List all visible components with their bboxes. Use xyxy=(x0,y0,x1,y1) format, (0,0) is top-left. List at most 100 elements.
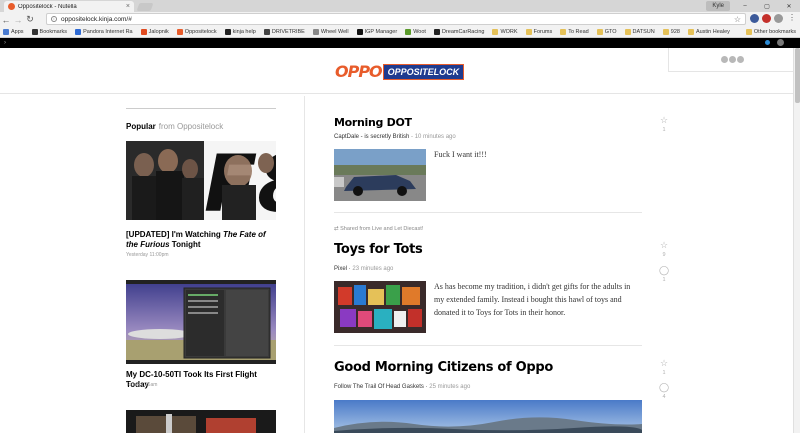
notification-icon[interactable] xyxy=(765,40,770,45)
popular-title[interactable]: [UPDATED] I'm Watching The Fate of the F… xyxy=(126,230,276,250)
post-excerpt: Fuck I want it!!! xyxy=(434,150,487,159)
post-title[interactable]: Good Morning Citizens of Oppo xyxy=(334,360,553,375)
bookmark-item[interactable]: To Read xyxy=(560,29,589,35)
comment-bubble-icon: ◯ xyxy=(658,265,670,275)
maximize-icon[interactable]: ▢ xyxy=(756,3,778,10)
post-title[interactable]: Morning DOT xyxy=(334,116,412,129)
tab-strip: Oppositelock - Nutella × Kyle – ▢ ✕ xyxy=(0,0,800,12)
post-author[interactable]: Pixel xyxy=(334,266,347,272)
bookmark-label: Forums xyxy=(533,29,553,35)
bookmark-star-icon[interactable]: ☆ xyxy=(734,15,741,24)
bookmark-item[interactable]: DRIVETRIBE xyxy=(263,29,305,35)
bookmark-icon xyxy=(3,29,9,35)
bookmark-item[interactable]: WORK xyxy=(492,29,518,35)
bookmark-item[interactable]: Jalopnik xyxy=(140,29,169,35)
recommend-button[interactable]: ☆ 1 xyxy=(658,358,670,376)
bookmark-icon xyxy=(263,29,270,35)
extension-icon[interactable] xyxy=(750,14,759,23)
popular-label: Popular xyxy=(126,122,156,131)
bookmark-icon xyxy=(31,29,38,35)
user-dropdown[interactable] xyxy=(668,48,800,72)
bookmark-label: Wheel Well xyxy=(320,29,349,35)
bookmark-item[interactable]: Wheel Well xyxy=(312,29,349,35)
star-icon: ☆ xyxy=(659,358,669,368)
kinja-menu-icon[interactable]: › xyxy=(4,40,6,46)
post-thumbnail[interactable] xyxy=(334,149,426,201)
shared-from-text: Shared from Live and Let Diecast! xyxy=(340,226,424,232)
bookmark-icon xyxy=(75,29,82,35)
recommend-button[interactable]: ☆ 9 xyxy=(658,240,670,258)
comment-count: 1 xyxy=(662,277,666,283)
bookmark-label: Apps xyxy=(11,29,24,35)
popular-divider xyxy=(126,108,276,109)
recommend-button[interactable]: ☆ 1 xyxy=(658,115,670,133)
bookmark-icon xyxy=(433,29,440,35)
post-divider xyxy=(334,345,642,346)
bookmark-label: Pandora Internet Ra xyxy=(83,29,133,35)
menu-icon[interactable]: ⋮ xyxy=(788,13,796,22)
bookmark-item[interactable]: Pandora Internet Ra xyxy=(75,29,133,35)
bookmark-item[interactable]: DreamCarRacing xyxy=(433,29,485,35)
bookmark-icon xyxy=(356,29,363,35)
bookmark-item[interactable]: Forums xyxy=(525,29,553,35)
post-thumbnail[interactable] xyxy=(334,281,426,333)
bookmark-label: Oppositelock xyxy=(184,29,217,35)
tab-close-icon[interactable]: × xyxy=(126,3,130,10)
bookmark-item[interactable]: 928 xyxy=(662,29,680,35)
logo-oppo: OPPO xyxy=(335,62,383,81)
browser-toolbar: ← → ↻ i oppositelock.kinja.com/# ☆ xyxy=(0,12,800,27)
bookmark-item[interactable]: Oppositelock xyxy=(176,29,217,35)
scrollbar-thumb[interactable] xyxy=(795,48,800,103)
bookmark-item[interactable]: Austin Healey xyxy=(687,29,730,35)
post-author[interactable]: Follow The Trail Of Head Gaskets xyxy=(334,384,424,390)
close-window-icon[interactable]: ✕ xyxy=(778,3,800,10)
title-part: Tonight xyxy=(169,240,201,249)
extension-icon[interactable] xyxy=(774,14,783,23)
site-logo[interactable]: OPPO OPPOSITELOCK xyxy=(335,62,465,81)
comment-button[interactable]: ◯ 1 xyxy=(658,265,670,283)
bookmark-item[interactable]: DATSUN xyxy=(624,29,655,35)
bookmark-label: DATSUN xyxy=(632,29,655,35)
post-author[interactable]: CaptDale - is secretly British xyxy=(334,134,409,140)
comment-count: 4 xyxy=(662,394,666,400)
popular-image-flight[interactable] xyxy=(126,280,276,364)
post-hero-image[interactable] xyxy=(334,400,642,433)
address-bar[interactable]: i oppositelock.kinja.com/# ☆ xyxy=(46,13,746,25)
post-divider xyxy=(334,212,642,213)
bookmark-item[interactable]: kinja help xyxy=(224,29,256,35)
minimize-icon[interactable]: – xyxy=(734,3,756,9)
user-avatar[interactable] xyxy=(777,39,784,46)
popular-image-f8[interactable]: F8 xyxy=(126,141,276,220)
comment-button[interactable]: ◯ 4 xyxy=(658,382,670,400)
bookmark-icon xyxy=(492,29,499,35)
bookmark-label: GTO xyxy=(604,29,617,35)
post-time[interactable]: 25 minutes ago xyxy=(429,384,470,390)
bookmark-item[interactable]: Woot xyxy=(405,29,426,35)
popular-image-third[interactable] xyxy=(126,410,276,433)
popular-timestamp: Yesterday 11:00pm xyxy=(126,252,169,258)
folder-icon xyxy=(745,29,752,35)
loading-dots-icon xyxy=(721,56,745,63)
bookmark-icon xyxy=(525,29,532,35)
forward-icon[interactable]: → xyxy=(12,15,24,25)
bookmark-item[interactable]: Bookmarks xyxy=(31,29,67,35)
profile-button[interactable]: Kyle xyxy=(706,1,730,11)
other-bookmarks[interactable]: Other bookmarks xyxy=(745,29,796,35)
bookmark-item[interactable]: IGP Manager xyxy=(356,29,397,35)
recommend-count: 1 xyxy=(662,370,666,376)
post-time[interactable]: 23 minutes ago xyxy=(352,266,393,272)
page-scrollbar[interactable] xyxy=(793,48,800,433)
new-tab-button[interactable] xyxy=(136,3,154,11)
shared-from[interactable]: ⇄ Shared from Live and Let Diecast! xyxy=(334,226,423,232)
bookmark-icon xyxy=(405,29,412,35)
bookmark-label: DreamCarRacing xyxy=(441,29,485,35)
info-icon[interactable]: i xyxy=(51,16,57,22)
extension-icon[interactable] xyxy=(762,14,771,23)
browser-tab[interactable]: Oppositelock - Nutella × xyxy=(4,1,134,12)
post-title[interactable]: Toys for Tots xyxy=(334,242,423,257)
bookmark-item[interactable]: Apps xyxy=(3,29,24,35)
reload-icon[interactable]: ↻ xyxy=(24,14,36,25)
post-time[interactable]: 10 minutes ago xyxy=(415,134,456,140)
back-icon[interactable]: ← xyxy=(0,15,12,25)
bookmark-item[interactable]: GTO xyxy=(596,29,617,35)
